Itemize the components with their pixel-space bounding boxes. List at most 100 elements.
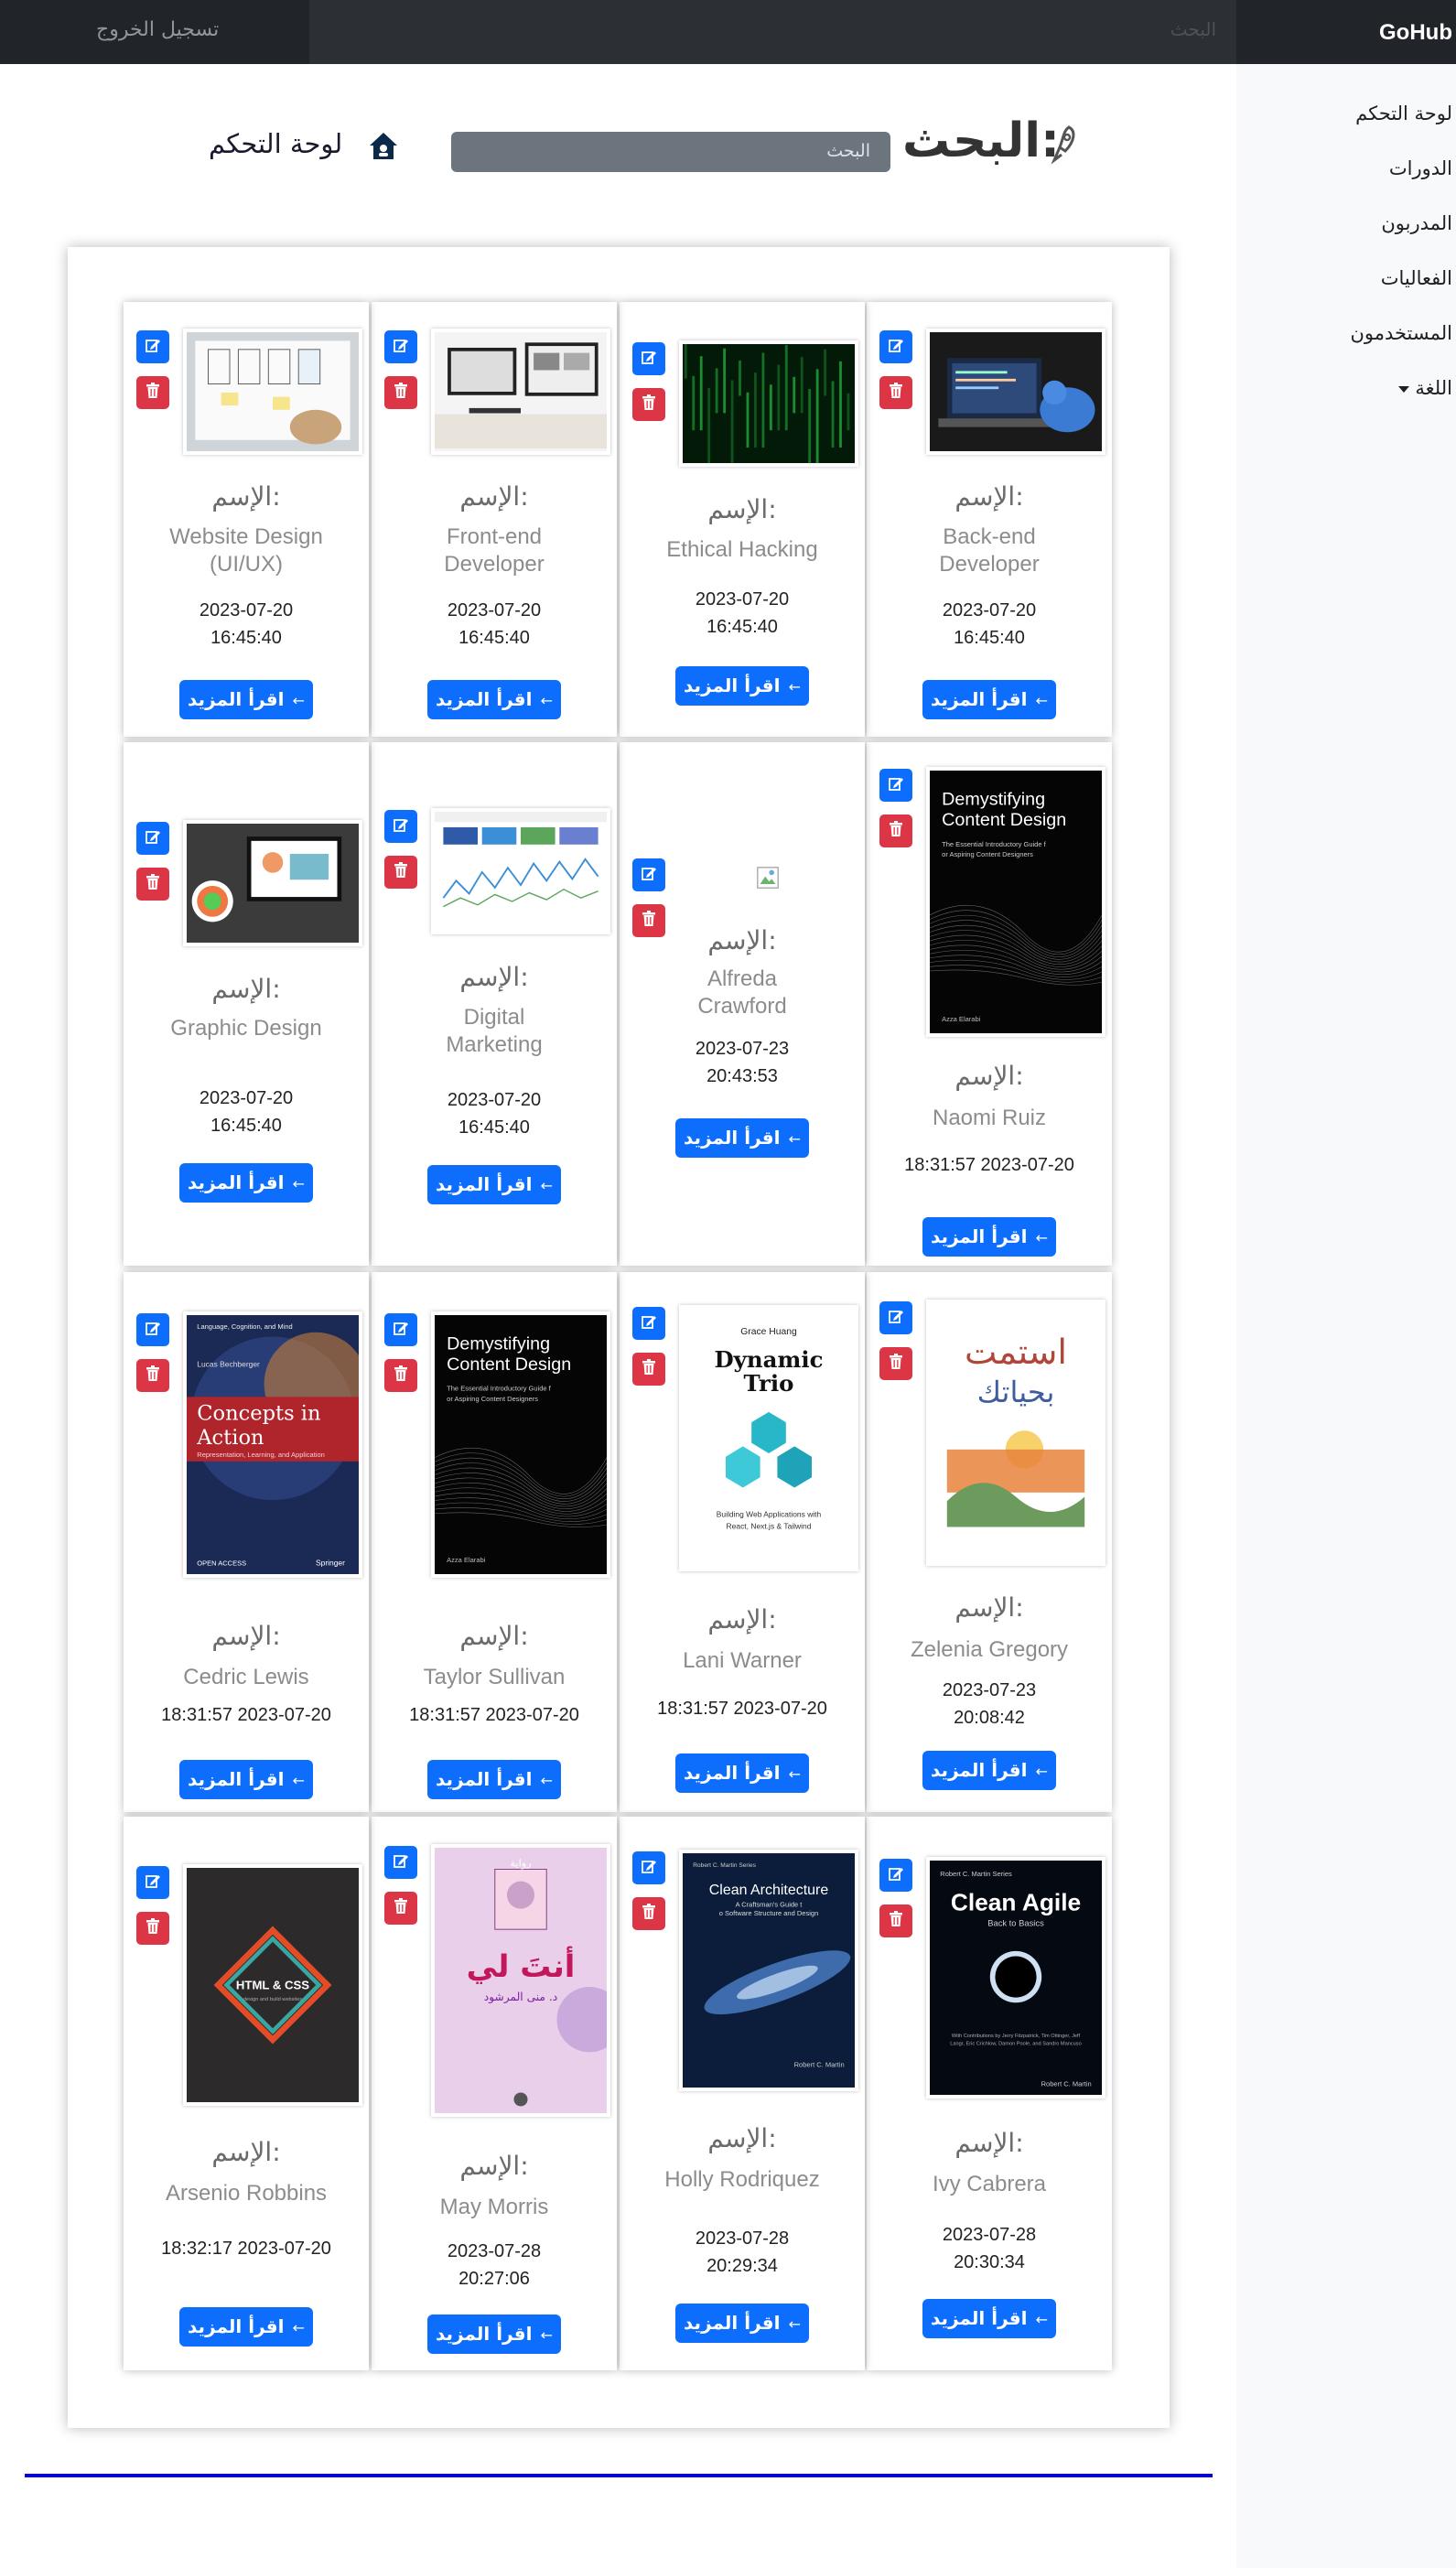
edit-button[interactable]	[632, 1851, 665, 1884]
delete-button[interactable]	[384, 1359, 417, 1392]
arrow-left-icon: ←	[287, 1772, 305, 1789]
edit-button[interactable]	[879, 330, 912, 363]
broken-image-image	[753, 857, 782, 899]
edit-button[interactable]	[384, 330, 417, 363]
svg-text:Building Web Applications with: Building Web Applications with	[717, 1510, 822, 1519]
card-datetime: 2023-07-23 20:08:42	[867, 1677, 1112, 1732]
read-more-button[interactable]: اقرأ المزيد ←	[675, 1753, 809, 1793]
topbar-search-input[interactable]: البحث	[309, 0, 1236, 64]
delete-button[interactable]	[136, 868, 169, 901]
read-more-button[interactable]: اقرأ المزيد ←	[922, 680, 1056, 719]
delete-button[interactable]	[632, 1353, 665, 1386]
home-icon	[370, 133, 397, 159]
course-card: الإسم: Ethical Hacking 2023-07-20 16:45:40 ا…	[620, 302, 865, 737]
svg-text:Action: Action	[196, 1426, 264, 1450]
edit-button[interactable]	[879, 769, 912, 802]
edit-button[interactable]	[632, 1307, 665, 1340]
arrow-left-icon: ←	[783, 2315, 801, 2333]
read-more-label: اقرأ المزيد	[188, 688, 285, 710]
svg-text:Representation, Learning, and: Representation, Learning, and Applicatio…	[197, 1451, 325, 1459]
edit-button[interactable]	[879, 1859, 912, 1892]
delete-button[interactable]	[879, 1347, 912, 1380]
sidebar-item-events[interactable]: الفعاليات	[1381, 267, 1452, 289]
read-more-button[interactable]: اقرأ المزيد ←	[179, 2307, 313, 2347]
course-card: رواية أنتَ لي د. منى المرشود الإسم: May Morr…	[372, 1817, 617, 2370]
delete-button[interactable]	[879, 1904, 912, 1937]
edit-button[interactable]	[136, 1866, 169, 1899]
read-more-button[interactable]: اقرأ المزيد ←	[427, 1165, 561, 1204]
read-more-button[interactable]: اقرأ المزيد ←	[179, 1760, 313, 1799]
card-name: Zelenia Gregory	[910, 1637, 1069, 1662]
read-more-button[interactable]: اقرأ المزيد ←	[922, 2299, 1056, 2338]
delete-button[interactable]	[384, 376, 417, 409]
name-label: الإسم:	[954, 2128, 1024, 2158]
book-cover-clean-agile-image: Robert C. Martin Series Clean Agile Back t…	[926, 1857, 1105, 2099]
search-input[interactable]: البحث	[451, 132, 890, 172]
edit-button[interactable]	[879, 1301, 912, 1334]
arrow-left-icon: ←	[287, 692, 305, 709]
language-label: اللغة	[1415, 377, 1452, 399]
edit-button[interactable]	[632, 342, 665, 375]
card-time: 16:45:40	[954, 628, 1025, 648]
delete-button[interactable]	[384, 1892, 417, 1925]
read-more-label: اقرأ المزيد	[684, 2312, 781, 2334]
svg-text:or Aspiring Content Designers: or Aspiring Content Designers	[942, 850, 1033, 858]
card-name: May Morris	[439, 2195, 549, 2219]
sidebar-item-users[interactable]: المستخدمون	[1350, 322, 1452, 344]
read-more-button[interactable]: اقرأ المزيد ←	[179, 680, 313, 719]
svg-text:استمت: استمت	[965, 1332, 1067, 1372]
edit-button[interactable]	[384, 810, 417, 843]
card-datetime: 2023-07-20 16:45:40	[372, 1086, 617, 1141]
svg-text:Clean Agile: Clean Agile	[951, 1889, 1081, 1916]
edit-icon	[145, 337, 161, 357]
name-label: الإسم:	[459, 1621, 529, 1651]
sidebar-item-dashboard[interactable]: لوحة التحكم	[1355, 103, 1452, 124]
card-datetime: 18:31:57 2023-07-20	[657, 1699, 827, 1719]
delete-button[interactable]	[879, 815, 912, 847]
read-more-label: اقرأ المزيد	[188, 2315, 285, 2337]
read-more-button[interactable]: اقرأ المزيد ←	[675, 1118, 809, 1158]
sidebar-item-language[interactable]: اللغة	[1393, 377, 1452, 399]
brand-logo[interactable]: GoHub	[1379, 20, 1452, 46]
arrow-left-icon: ←	[287, 1175, 305, 1192]
svg-text:Back to Basics: Back to Basics	[987, 1918, 1044, 1928]
card-date: 2023-07-20	[942, 600, 1037, 620]
card-name: Lani Warner	[683, 1648, 802, 1673]
edit-button[interactable]	[384, 1313, 417, 1346]
book-cover-demystifying-content-design-image: Demystifying Content Design The Essential …	[431, 1311, 610, 1578]
arrow-left-icon: ←	[783, 1130, 801, 1148]
read-more-button[interactable]: اقرأ المزيد ←	[675, 666, 809, 706]
read-more-button[interactable]: اقرأ المزيد ←	[675, 2304, 809, 2343]
sidebar-item-trainers[interactable]: المدربون	[1381, 212, 1452, 234]
edit-button[interactable]	[384, 1846, 417, 1879]
delete-button[interactable]	[879, 376, 912, 409]
edit-icon	[145, 828, 161, 848]
trash-icon	[889, 383, 903, 403]
delete-button[interactable]	[136, 376, 169, 409]
edit-button[interactable]	[136, 1313, 169, 1346]
course-card: Robert C. Martin Series Clean Architectur…	[620, 1817, 865, 2370]
delete-button[interactable]	[632, 388, 665, 421]
logout-link[interactable]: تسجيل الخروج	[96, 18, 219, 41]
read-more-button[interactable]: اقرأ المزيد ←	[922, 1217, 1056, 1257]
edit-button[interactable]	[136, 330, 169, 363]
card-time: 16:45:40	[210, 628, 282, 648]
delete-button[interactable]	[136, 1359, 169, 1392]
svg-text:HTML & CSS: HTML & CSS	[236, 1979, 309, 1992]
edit-button[interactable]	[632, 858, 665, 891]
arrow-left-icon: ←	[1030, 1229, 1048, 1246]
content-panel: الإسم: Back-end Developer 2023-07-20 16:45:4…	[68, 247, 1170, 2428]
name-label: الإسم:	[954, 481, 1024, 512]
edit-button[interactable]	[136, 822, 169, 855]
read-more-button[interactable]: اقرأ المزيد ←	[922, 1751, 1056, 1790]
course-card: الإسم: Front-end Developer 2023-07-20 16:45:…	[372, 302, 617, 737]
delete-button[interactable]	[384, 856, 417, 889]
read-more-button[interactable]: اقرأ المزيد ←	[427, 1760, 561, 1799]
read-more-button[interactable]: اقرأ المزيد ←	[427, 2314, 561, 2354]
sidebar-item-courses[interactable]: الدورات	[1389, 157, 1452, 179]
read-more-button[interactable]: اقرأ المزيد ←	[179, 1163, 313, 1203]
read-more-button[interactable]: اقرأ المزيد ←	[427, 680, 561, 719]
delete-button[interactable]	[136, 1912, 169, 1945]
edit-icon	[888, 337, 904, 357]
delete-button[interactable]	[632, 1897, 665, 1930]
